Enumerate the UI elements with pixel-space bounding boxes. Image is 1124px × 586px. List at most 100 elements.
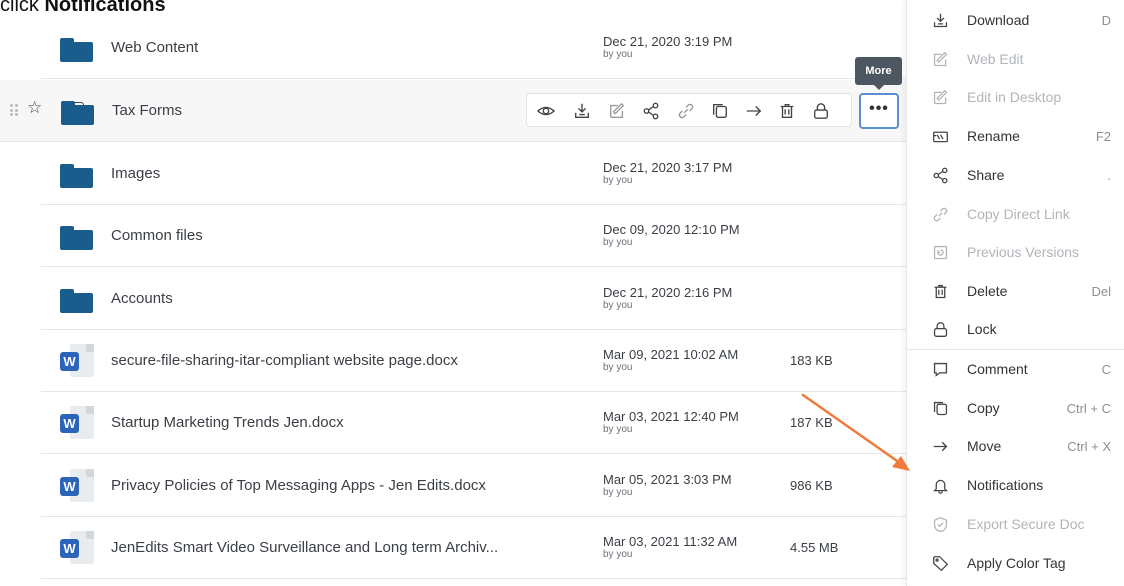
versions-icon: [931, 243, 949, 261]
menu-item-label: Copy: [967, 400, 1000, 416]
file-row-jenedits-video[interactable]: W JenEdits Smart Video Surveillance and …: [41, 517, 907, 579]
star-icon[interactable]: ☆: [27, 98, 42, 118]
file-row-accounts[interactable]: Accounts Dec 21, 2020 2:16 PM by you: [41, 268, 907, 330]
file-date: Mar 09, 2021 10:02 AM: [603, 347, 739, 362]
file-date: Dec 09, 2020 12:10 PM: [603, 222, 740, 237]
folder-icon: [60, 289, 93, 313]
menu-item-label: Move: [967, 438, 1002, 454]
instruction-emphasis: Notifications: [44, 0, 166, 16]
menu-item-shortcut: Ctrl + X: [1067, 439, 1111, 454]
file-date: Dec 21, 2020 3:19 PM: [603, 34, 733, 49]
file-name[interactable]: Accounts: [111, 268, 173, 330]
file-date: Mar 05, 2021 3:03 PM: [603, 472, 732, 487]
file-name[interactable]: Privacy Policies of Top Messaging Apps -…: [111, 455, 486, 517]
menu-item-copy[interactable]: Copy Ctrl + C: [907, 389, 1124, 428]
edit-icon[interactable]: [606, 100, 628, 122]
menu-item-move[interactable]: Move Ctrl + X: [907, 427, 1124, 466]
edit-icon: [931, 88, 949, 106]
menu-item-label: Web Edit: [967, 51, 1024, 67]
file-size: 4.55 MB: [790, 540, 839, 555]
file-owner: by you: [603, 424, 633, 435]
menu-item-lock[interactable]: Lock: [907, 310, 1124, 349]
menu-item-export-secure-doc[interactable]: Export Secure Doc: [907, 505, 1124, 544]
menu-item-edit-in-desktop[interactable]: Edit in Desktop: [907, 78, 1124, 117]
copy-icon: [931, 399, 949, 417]
file-owner: by you: [603, 300, 633, 311]
menu-item-label: Apply Color Tag: [967, 555, 1066, 571]
instruction-text: click Notifications: [0, 0, 166, 17]
word-document-icon: W: [60, 406, 96, 440]
menu-item-rename[interactable]: Rename F2: [907, 117, 1124, 156]
edit-icon: [931, 50, 949, 68]
word-document-icon: W: [60, 469, 96, 503]
menu-item-label: Copy Direct Link: [967, 206, 1070, 222]
menu-item-shortcut: F2: [1095, 129, 1111, 144]
menu-item-label: Edit in Desktop: [967, 89, 1062, 105]
file-size: 986 KB: [790, 478, 833, 493]
file-name[interactable]: secure-file-sharing-itar-compliant websi…: [111, 330, 458, 392]
more-actions-menu: Download D Web Edit Edit in Desktop Rena…: [906, 0, 1124, 586]
share-icon: [931, 166, 949, 184]
file-row-tax-forms[interactable]: ☆ ✓ Tax Forms •••: [0, 80, 907, 142]
copy-icon[interactable]: [709, 100, 731, 122]
file-name[interactable]: JenEdits Smart Video Surveillance and Lo…: [111, 517, 498, 579]
file-date: Dec 21, 2020 3:17 PM: [603, 160, 733, 175]
file-owner: by you: [603, 237, 633, 248]
file-name[interactable]: Common files: [111, 205, 203, 267]
menu-item-label: Previous Versions: [967, 244, 1080, 260]
move-icon: [931, 437, 949, 455]
eye-icon[interactable]: [535, 100, 557, 122]
lock-icon[interactable]: [810, 100, 832, 122]
more-button[interactable]: •••: [859, 93, 899, 129]
menu-item-label: Lock: [967, 321, 997, 337]
file-row-secure-file-sharing[interactable]: W secure-file-sharing-itar-compliant web…: [41, 330, 907, 392]
delete-icon: [931, 282, 949, 300]
file-name[interactable]: Tax Forms: [112, 80, 182, 142]
menu-item-shortcut: .: [1107, 168, 1111, 183]
file-owner: by you: [603, 362, 633, 373]
menu-item-copy-direct-link[interactable]: Copy Direct Link: [907, 195, 1124, 234]
tag-icon: [931, 554, 949, 572]
menu-item-notifications[interactable]: Notifications: [907, 466, 1124, 505]
bell-icon: [931, 476, 949, 494]
file-owner: by you: [603, 49, 633, 60]
file-row-common-files[interactable]: Common files Dec 09, 2020 12:10 PM by yo…: [41, 205, 907, 267]
lock-icon: [931, 320, 949, 338]
menu-item-label: Comment: [967, 361, 1028, 377]
folder-icon: [60, 164, 93, 188]
file-row-startup-marketing[interactable]: W Startup Marketing Trends Jen.docx Mar …: [41, 392, 907, 454]
file-row-web-content[interactable]: Web Content Dec 21, 2020 3:19 PM by you: [41, 17, 907, 79]
menu-item-web-edit[interactable]: Web Edit: [907, 40, 1124, 79]
folder-icon: [60, 38, 93, 62]
move-icon[interactable]: [743, 100, 765, 122]
file-name[interactable]: Web Content: [111, 17, 198, 79]
file-date: Mar 03, 2021 11:32 AM: [603, 534, 738, 549]
share-icon[interactable]: [640, 100, 662, 122]
menu-item-download[interactable]: Download D: [907, 1, 1124, 40]
menu-item-apply-color-tag[interactable]: Apply Color Tag: [907, 544, 1124, 583]
instruction-prefix: click: [0, 0, 45, 16]
link-icon[interactable]: [675, 100, 697, 122]
file-date: Dec 21, 2020 2:16 PM: [603, 285, 733, 300]
file-owner: by you: [603, 175, 633, 186]
file-owner: by you: [603, 487, 633, 498]
menu-item-comment[interactable]: Comment C: [907, 350, 1124, 389]
file-owner: by you: [603, 549, 633, 560]
file-row-privacy-policies[interactable]: W Privacy Policies of Top Messaging Apps…: [41, 455, 907, 517]
file-name[interactable]: Images: [111, 143, 160, 205]
rename-icon: [931, 127, 949, 145]
file-date: Mar 03, 2021 12:40 PM: [603, 409, 739, 424]
folder-icon: [60, 226, 93, 250]
menu-item-share[interactable]: Share .: [907, 156, 1124, 195]
menu-item-delete[interactable]: Delete Del: [907, 272, 1124, 311]
folder-icon: [61, 101, 94, 125]
menu-item-shortcut: D: [1101, 13, 1111, 28]
menu-item-previous-versions[interactable]: Previous Versions: [907, 233, 1124, 272]
file-row-images[interactable]: Images Dec 21, 2020 3:17 PM by you: [41, 143, 907, 205]
delete-icon[interactable]: [776, 100, 798, 122]
menu-item-shortcut: Ctrl + C: [1066, 401, 1111, 416]
menu-item-label: Rename: [967, 128, 1020, 144]
download-icon[interactable]: [571, 100, 593, 122]
file-name[interactable]: Startup Marketing Trends Jen.docx: [111, 392, 344, 454]
drag-handle-icon[interactable]: [10, 104, 18, 116]
